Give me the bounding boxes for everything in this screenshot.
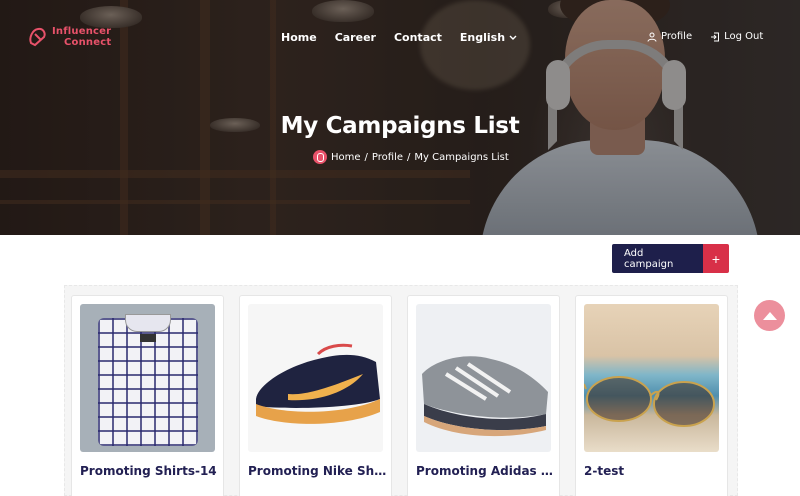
breadcrumb-separator: / [364, 151, 368, 163]
campaign-card[interactable]: Promoting Shirts-14 [71, 295, 224, 496]
campaign-card[interactable]: Promoting Nike Shoes [239, 295, 392, 496]
logout-icon [711, 32, 720, 41]
nav-home[interactable]: Home [281, 31, 317, 44]
profile-link[interactable]: Profile [647, 31, 692, 42]
logout-link[interactable]: Log Out [710, 31, 763, 42]
language-label: English [459, 31, 506, 44]
scroll-to-top-button[interactable] [754, 300, 785, 331]
add-campaign-button[interactable]: Add campaign + [612, 244, 729, 273]
breadcrumb-separator: / [407, 151, 411, 163]
language-dropdown[interactable]: English [460, 31, 517, 44]
campaign-title[interactable]: Promoting Nike Shoes [248, 464, 388, 478]
breadcrumb-current: My Campaigns List [414, 151, 509, 163]
campaign-title[interactable]: Promoting Adidas Shoes [416, 464, 556, 478]
nav-contact[interactable]: Contact [394, 31, 442, 44]
logo-mark-icon [29, 27, 46, 47]
campaign-image-nike-shoe [248, 304, 383, 452]
user-nav: Profile Log Out [647, 31, 763, 42]
campaign-image-shirt [80, 304, 215, 452]
add-campaign-label: Add campaign [612, 244, 703, 273]
brand-line2: Connect [64, 37, 112, 48]
logout-label: Log Out [724, 31, 764, 42]
breadcrumb-home[interactable]: Home [331, 152, 361, 163]
nav-career[interactable]: Career [335, 31, 376, 44]
plus-icon: + [703, 244, 729, 273]
breadcrumb-profile[interactable]: Profile [372, 152, 403, 163]
chevron-down-icon [509, 35, 517, 40]
brand-line1: Influencer [52, 26, 112, 37]
breadcrumb: Home / Profile / My Campaigns List [313, 150, 509, 164]
page-title: My Campaigns List [280, 113, 520, 139]
brand-logo[interactable]: Influencer Connect [28, 26, 111, 48]
campaign-card[interactable]: 2-test [575, 295, 728, 496]
campaign-card[interactable]: Promoting Adidas Shoes [407, 295, 560, 496]
user-icon [647, 32, 657, 42]
profile-label: Profile [661, 31, 693, 42]
main-nav: Home Career Contact English [281, 31, 535, 44]
breadcrumb-logo-icon [313, 150, 327, 164]
campaign-image-adidas-shoe [416, 304, 551, 452]
campaign-image-sunglasses [584, 304, 719, 452]
campaign-title[interactable]: 2-test [584, 464, 724, 478]
campaign-title[interactable]: Promoting Shirts-14 [80, 464, 220, 478]
